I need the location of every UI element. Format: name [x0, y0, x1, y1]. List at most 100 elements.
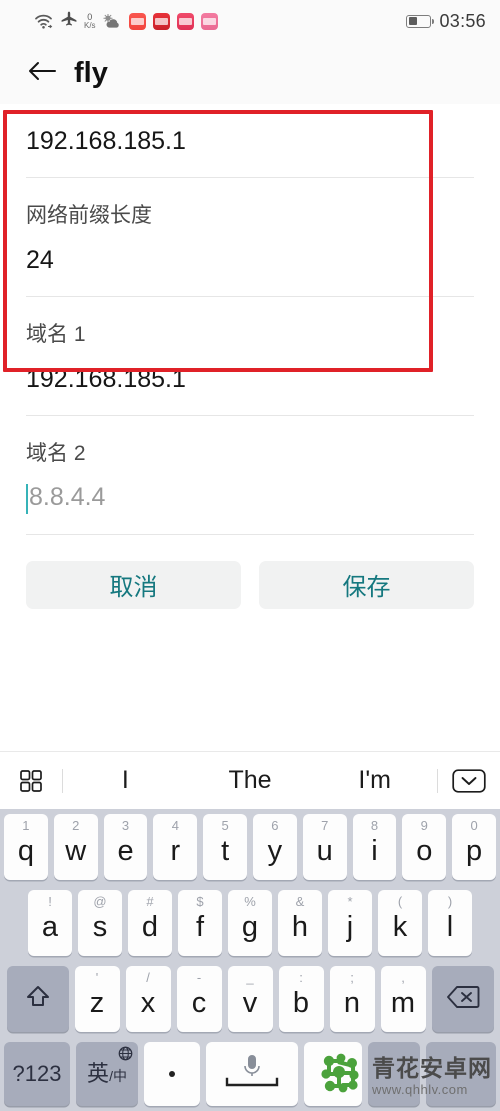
key-n[interactable]: ; n [329, 966, 375, 1032]
key-label: h [291, 910, 309, 943]
form-field-prefix-length[interactable]: 网络前缀长度 24 [26, 178, 474, 296]
key-b[interactable]: :b [278, 966, 324, 1032]
dns2-input-row[interactable]: 8.8.4.4 [26, 473, 474, 525]
key-hint: 2 [72, 818, 80, 833]
form-actions: 取消 保存 [0, 534, 500, 631]
status-bar-right: 03:56 [406, 11, 486, 32]
key-label: b [292, 986, 310, 1019]
key-e[interactable]: 3e [103, 814, 148, 880]
app-header: fly [0, 42, 500, 104]
backspace-key[interactable] [431, 966, 494, 1032]
key-hint: : [299, 970, 303, 985]
key-label: k [392, 910, 408, 943]
wifi-icon [34, 13, 54, 29]
key-hint: 9 [420, 818, 428, 833]
key-p[interactable]: 0p [452, 814, 496, 880]
app-notification-icon-1 [128, 12, 146, 30]
form-field-gateway[interactable]: 192.168.185.1 [26, 104, 474, 177]
form-field-dns1[interactable]: 域名 1 192.168.185.1 [26, 297, 474, 415]
key-g[interactable]: % g [228, 890, 272, 956]
key-r[interactable]: 4r [153, 814, 198, 880]
key-hint: 7 [321, 818, 329, 833]
symbols-key[interactable]: ?123 [4, 1042, 70, 1106]
key-d[interactable]: # d [128, 890, 172, 956]
microphone-icon [215, 1052, 289, 1097]
key-hint: * [347, 894, 353, 909]
key-w[interactable]: 2w [53, 814, 98, 880]
airplane-mode-icon [61, 11, 77, 32]
key-s[interactable]: @ s [78, 890, 122, 956]
key-label: y [267, 834, 283, 867]
battery-icon [406, 14, 435, 28]
key-label: l [446, 910, 454, 943]
key-x[interactable]: / x [125, 966, 171, 1032]
key-l[interactable]: ) l [428, 890, 472, 956]
key-hint: 4 [171, 818, 179, 833]
app-notification-icon-3 [176, 12, 194, 30]
key-hint: @ [93, 894, 107, 909]
key-label: t [221, 834, 230, 867]
cancel-button[interactable]: 取消 [26, 560, 241, 609]
key-hint: 6 [271, 818, 279, 833]
status-bar-left: 0 K/s [14, 11, 406, 32]
gateway-value[interactable]: 192.168.185.1 [26, 117, 474, 169]
key-f[interactable]: $ f [178, 890, 222, 956]
key-m[interactable]: ,m [380, 966, 426, 1032]
key-y[interactable]: 6y [253, 814, 297, 880]
prefix-length-value[interactable]: 24 [26, 236, 474, 288]
key-label: a [41, 910, 59, 943]
suggestion-item-1[interactable]: I [63, 766, 188, 795]
suggestion-item-2[interactable]: The [188, 766, 313, 795]
network-speed-unit: K/s [84, 20, 96, 30]
key-c[interactable]: -c [176, 966, 222, 1032]
key-j[interactable]: * j [328, 890, 372, 956]
key-h[interactable]: & h [278, 890, 322, 956]
key-z[interactable]: ' z [74, 966, 120, 1032]
key-label: q [17, 834, 34, 867]
key-u[interactable]: 7u [302, 814, 347, 880]
dns2-label: 域名 2 [26, 441, 86, 465]
key-hint: ! [48, 894, 52, 909]
key-t[interactable]: 5t [203, 814, 247, 880]
key-a[interactable]: ! a [28, 890, 72, 956]
key-q[interactable]: 1q [4, 814, 48, 880]
keyboard-row-1: 1q 2w 3e 4r 5t 6y 7u 8i 9o 0p [0, 809, 500, 885]
cloud-sun-icon [102, 13, 122, 29]
grid-menu-icon[interactable] [0, 768, 62, 794]
period-glyph [169, 1071, 175, 1077]
key-label: n [343, 986, 361, 1019]
lang-primary: 英 [87, 1061, 110, 1086]
key-o[interactable]: 9o [402, 814, 447, 880]
key-k[interactable]: (k [378, 890, 422, 956]
key-label: o [416, 834, 433, 867]
dns1-value[interactable]: 192.168.185.1 [26, 355, 474, 407]
dns2-placeholder[interactable]: 8.8.4.4 [29, 473, 105, 525]
key-label: ?123 [12, 1061, 62, 1086]
key-hint: $ [196, 894, 204, 909]
key-label: r [170, 834, 181, 867]
key-hint: 0 [470, 818, 478, 833]
period-key[interactable] [144, 1042, 200, 1106]
network-speed-indicator: 0 K/s [84, 12, 96, 30]
save-button[interactable]: 保存 [259, 560, 474, 609]
shift-key[interactable] [6, 966, 69, 1032]
key-label: e [117, 834, 134, 867]
key-label: w [65, 834, 87, 867]
key-label: p [466, 834, 483, 867]
key-label: v [242, 986, 258, 1019]
form-field-dns2[interactable]: 域名 2 8.8.4.4 [26, 416, 474, 534]
suggestion-item-3[interactable]: I'm [312, 766, 437, 795]
key-v[interactable]: _ v [227, 966, 273, 1032]
globe-icon [118, 1046, 133, 1066]
key-i[interactable]: 8i [352, 814, 397, 880]
page-title: fly [74, 56, 108, 89]
suggestion-bar: I The I'm [0, 751, 500, 809]
key-hint: ) [447, 894, 453, 909]
back-button[interactable] [20, 51, 64, 95]
watermark-site-name: 青花安卓网 [372, 1055, 492, 1081]
space-key[interactable] [206, 1042, 298, 1106]
chevron-down-boxed-icon[interactable] [438, 768, 500, 793]
key-label: u [316, 834, 333, 867]
language-switch-key[interactable]: 英/中 [76, 1042, 138, 1106]
key-hint: ( [397, 894, 403, 909]
